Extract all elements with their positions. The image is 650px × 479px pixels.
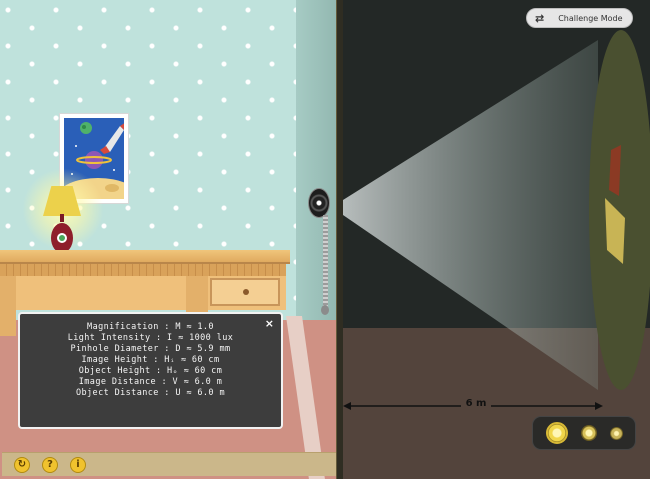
- pull-cord[interactable]: [323, 215, 328, 311]
- pinhole-diameter-line: Pinhole Diameter : D ≈ 5.9 mm: [70, 344, 231, 354]
- light-intensity-selector: [532, 416, 636, 450]
- reset-button[interactable]: ↻: [14, 456, 30, 473]
- info-button[interactable]: i: [70, 456, 86, 473]
- room-scene: × Magnification : M ≈ 1.0 Light Intensit…: [0, 0, 338, 479]
- light-intensity-line: Light Intensity : I ≈ 1000 lux: [67, 333, 234, 343]
- image-distance-line: Image Distance : V ≈ 6.0 m: [78, 377, 223, 387]
- help-icon: ?: [47, 459, 53, 470]
- info-lines: Magnification : M ≈ 1.0 Light Intensity …: [20, 322, 281, 399]
- swap-arrows-icon: ⇄: [535, 11, 545, 25]
- desk-top: [0, 250, 290, 264]
- bottom-toolbar: ↻ ? i: [2, 452, 336, 476]
- reset-icon: ↻: [17, 459, 27, 470]
- dividing-wall: [336, 0, 343, 479]
- dark-room: 6 m: [343, 0, 650, 479]
- bulb-high-icon[interactable]: [545, 422, 568, 444]
- object-height-line: Object Height : Hₒ ≈ 60 cm: [78, 366, 223, 376]
- info-icon: i: [76, 459, 80, 470]
- desk-rail: [0, 264, 286, 276]
- help-button[interactable]: ?: [42, 456, 58, 473]
- bulb-low-icon[interactable]: [609, 426, 623, 440]
- drawer-knob: [243, 289, 249, 295]
- magnification-line: Magnification : M ≈ 1.0: [87, 322, 214, 332]
- object-distance-line: Object Distance : U ≈ 6.0 m: [76, 388, 225, 398]
- challenge-mode-label: Challenge Mode: [558, 13, 623, 23]
- distance-label: 6 m: [461, 398, 491, 409]
- info-panel: × Magnification : M ≈ 1.0 Light Intensit…: [18, 312, 283, 429]
- pinhole-aperture-wheel[interactable]: [308, 188, 330, 218]
- desk-leg-left: [0, 276, 16, 336]
- image-height-line: Image Height : Hᵢ ≈ 60 cm: [81, 355, 220, 365]
- pull-cord-weight[interactable]: [321, 305, 329, 315]
- challenge-mode-button[interactable]: ⇄ Challenge Mode: [526, 8, 633, 28]
- desk-drawer: [210, 278, 280, 306]
- bulb-medium-icon[interactable]: [580, 425, 597, 441]
